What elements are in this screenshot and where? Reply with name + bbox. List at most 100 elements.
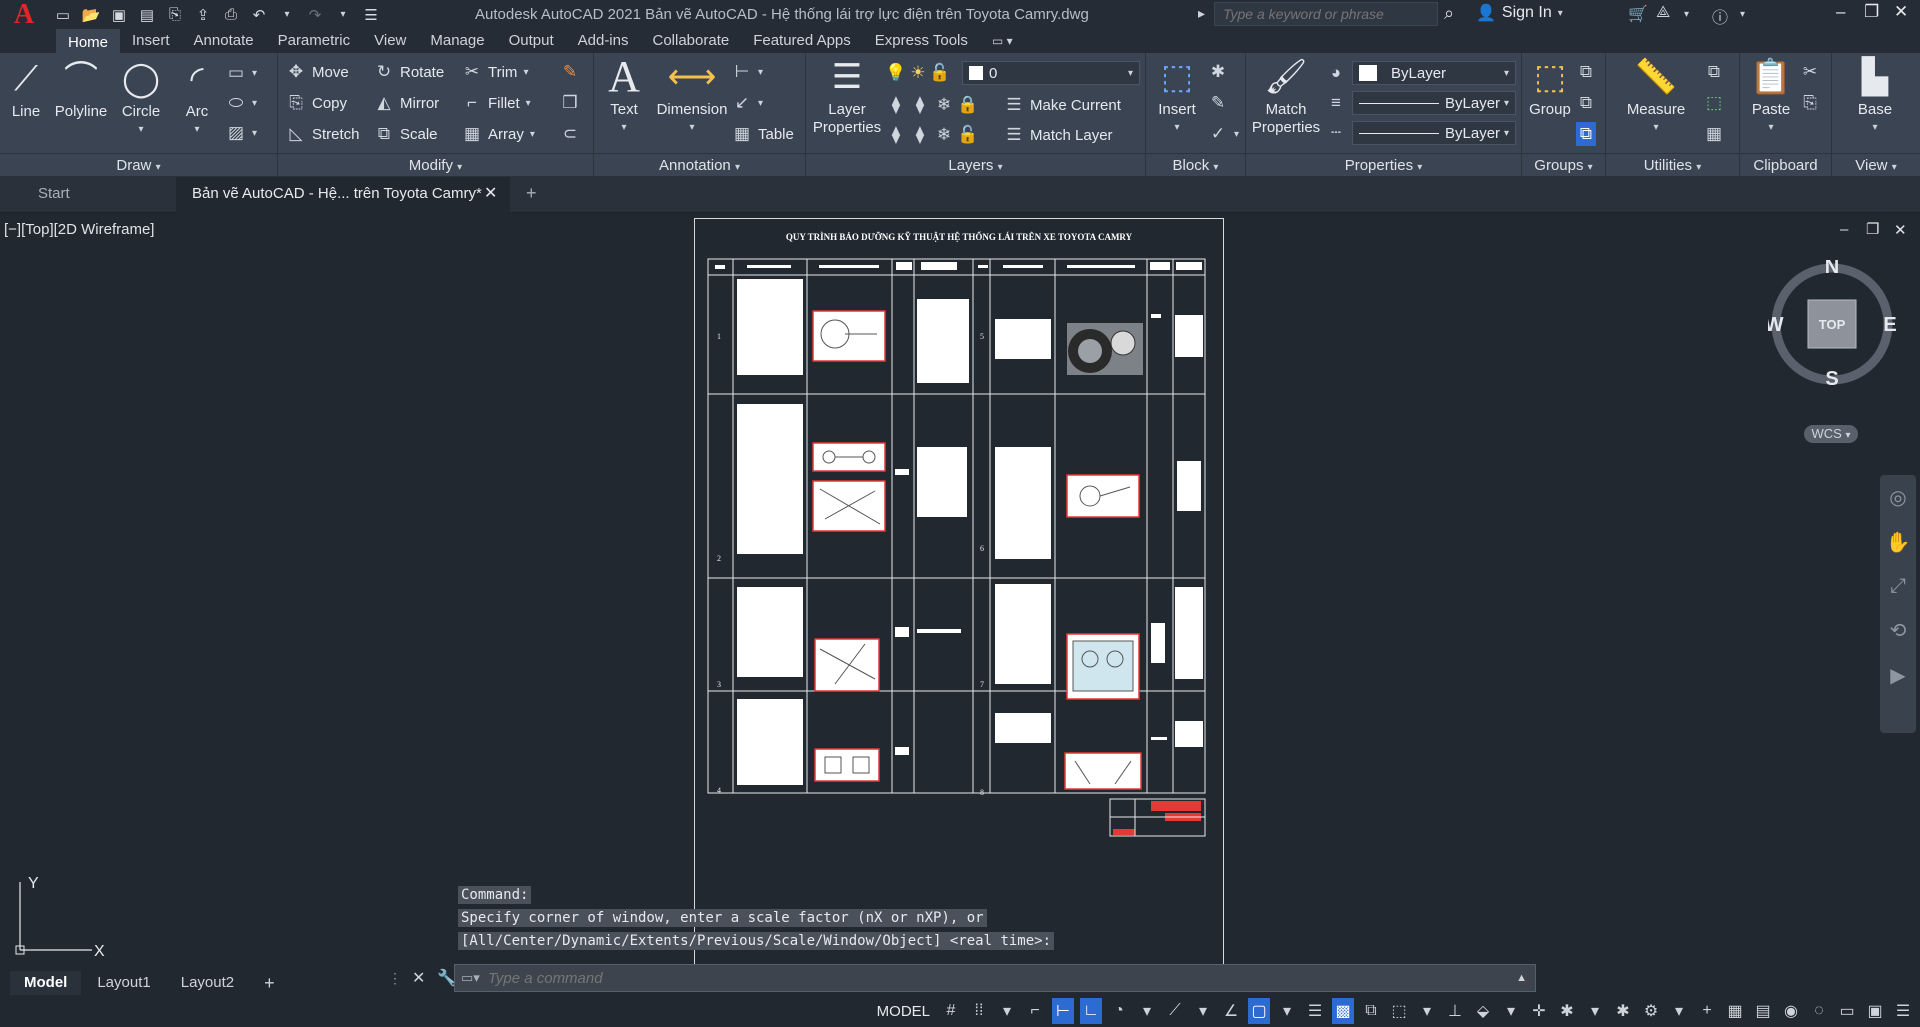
lineweight-dropdown[interactable]: ByLayer ▾	[1352, 91, 1516, 115]
compass-north[interactable]: N	[1825, 260, 1839, 278]
paste-button[interactable]: 📋 Paste ▾	[1746, 57, 1796, 137]
erase-button[interactable]: ✎	[560, 60, 580, 84]
zoom-extents-icon[interactable]: ⤢	[1890, 575, 1906, 598]
measure-button[interactable]: 📏 Measure ▾	[1614, 57, 1698, 137]
restore-icon[interactable]: ❐	[1864, 2, 1879, 22]
save-as-icon[interactable]: ▤	[136, 5, 158, 25]
cart-icon[interactable]: 🛒	[1628, 4, 1648, 24]
tab-manage[interactable]: Manage	[418, 29, 496, 53]
layer-properties-button[interactable]: ☰ Layer Properties	[810, 57, 884, 137]
rotate-button[interactable]: ↻ Rotate	[374, 60, 444, 84]
snap-icon[interactable]: ⁞⁞	[968, 998, 990, 1024]
open-icon[interactable]: 📂	[80, 5, 102, 25]
panel-annotation-title[interactable]: Annotation ▾	[594, 153, 805, 177]
tab-annotate[interactable]: Annotate	[182, 29, 266, 53]
auto-scale-icon[interactable]: ✱	[1612, 998, 1634, 1024]
create-block-button[interactable]: ✱	[1208, 60, 1228, 84]
drawing-canvas[interactable]: [−][Top][2D Wireframe] – ❐ ✕ QUY TRÌNH B…	[0, 213, 1920, 971]
tab-home[interactable]: Home	[56, 29, 121, 53]
annotation-monitor-icon[interactable]: +	[1696, 998, 1718, 1024]
redo-dropdown-icon[interactable]: ▾	[332, 5, 354, 25]
viewport-close-icon[interactable]: ✕	[1894, 221, 1907, 239]
base-view-button[interactable]: ▙ Base ▾	[1850, 57, 1900, 137]
hardware-acceleration-icon[interactable]: ▭	[1836, 998, 1858, 1024]
tab-layout2[interactable]: Layout2	[167, 971, 248, 995]
make-current-button[interactable]: ☰ Make Current	[1004, 93, 1121, 117]
customize-qat-icon[interactable]: ☰	[360, 5, 382, 25]
chevron-down-icon[interactable]: ▾	[1500, 998, 1522, 1024]
quick-properties-icon[interactable]: ▤	[1752, 998, 1774, 1024]
array-button[interactable]: ▦ Array ▾	[462, 122, 535, 146]
close-tab-icon[interactable]: ✕	[484, 183, 497, 203]
stretch-button[interactable]: ◺ Stretch	[286, 122, 359, 146]
model-space-button[interactable]: MODEL	[873, 998, 934, 1024]
hatch-button[interactable]: ▨ ▾	[226, 121, 257, 145]
ortho-icon[interactable]: ∟	[1080, 998, 1102, 1024]
copy-button[interactable]: ⎘ Copy	[286, 91, 347, 115]
panel-view-title[interactable]: View ▾	[1832, 153, 1920, 177]
minimize-icon[interactable]: –	[1836, 2, 1845, 22]
navcube[interactable]: TOP N S W E	[1768, 260, 1896, 388]
save-web-icon[interactable]: ⇪	[192, 5, 214, 25]
explode-button[interactable]: ❒	[560, 91, 580, 115]
cut-button[interactable]: ✂	[1800, 60, 1820, 84]
chevron-down-icon[interactable]: ▾	[1740, 9, 1745, 20]
tab-parametric[interactable]: Parametric	[266, 29, 363, 53]
arc-button[interactable]: ◜ Arc ▾	[174, 59, 220, 139]
layer-off-icon[interactable]: ⧫	[886, 95, 906, 115]
add-layout-icon[interactable]: +	[250, 971, 289, 995]
lock-ui-icon[interactable]: ◉	[1780, 998, 1802, 1024]
compass-east[interactable]: E	[1883, 314, 1896, 336]
linear-dim-button[interactable]: ⊢ ▾	[732, 60, 763, 84]
layer-thaw-icon[interactable]: ❄	[934, 125, 954, 145]
search-input[interactable]	[1214, 2, 1438, 26]
edit-attributes-button[interactable]: ✓ ▾	[1208, 122, 1239, 146]
chevron-down-icon[interactable]: ▾	[1136, 998, 1158, 1024]
group-button[interactable]: ⬚ Group	[1524, 57, 1576, 119]
start-tab[interactable]: Start	[38, 185, 70, 202]
color-wheel-button[interactable]: ◕	[1326, 61, 1346, 85]
customization-menu-icon[interactable]: ☰	[1892, 998, 1914, 1024]
workspace-icon[interactable]: ⚙	[1640, 998, 1662, 1024]
unlock-icon[interactable]: 🔓	[929, 63, 950, 83]
selection-filter-icon[interactable]: ⬙	[1472, 998, 1494, 1024]
gizmo-icon[interactable]: ✛	[1528, 998, 1550, 1024]
trim-button[interactable]: ✂ Trim ▾	[462, 60, 529, 84]
lineweight-toggle-icon[interactable]: ☰	[1304, 998, 1326, 1024]
close-command-line-icon[interactable]: ✕	[412, 968, 425, 988]
isolate-objects-icon[interactable]: ◌	[1808, 998, 1830, 1024]
command-input[interactable]	[479, 969, 1517, 987]
panel-modify-title[interactable]: Modify ▾	[278, 153, 593, 177]
offset-button[interactable]: ⊂	[560, 122, 580, 146]
chevron-down-icon[interactable]: ▾	[996, 998, 1018, 1024]
group-edit-button[interactable]: ⧉	[1576, 91, 1596, 115]
tab-model[interactable]: Model	[10, 971, 82, 995]
clean-screen-icon[interactable]: ▣	[1864, 998, 1886, 1024]
linetype-dropdown[interactable]: ByLayer ▾	[1352, 121, 1516, 145]
table-button[interactable]: ▦ Table	[732, 122, 794, 146]
viewport-restore-icon[interactable]: ❐	[1866, 220, 1879, 238]
tab-layout1[interactable]: Layout1	[83, 971, 164, 995]
tab-featured-apps[interactable]: Featured Apps	[741, 29, 863, 53]
3d-osnap-icon[interactable]: ⬚	[1388, 998, 1410, 1024]
viewport-controls-label[interactable]: [−][Top][2D Wireframe]	[4, 221, 154, 238]
viewport-minimize-icon[interactable]: –	[1840, 221, 1848, 238]
object-snap-icon[interactable]: ▢	[1248, 998, 1270, 1024]
move-button[interactable]: ✥ Move	[286, 60, 349, 84]
undo-icon[interactable]: ↶	[248, 5, 270, 25]
chevron-up-icon[interactable]: ▲	[1516, 972, 1527, 984]
dynamic-ucs-icon[interactable]: ⊥	[1444, 998, 1466, 1024]
panel-properties-title[interactable]: Properties ▾	[1246, 153, 1521, 177]
annotation-visibility-icon[interactable]: ✱	[1556, 998, 1578, 1024]
panel-groups-title[interactable]: Groups ▾	[1522, 153, 1605, 177]
leader-button[interactable]: ↙ ▾	[732, 91, 763, 115]
panel-layers-title[interactable]: Layers ▾	[806, 153, 1145, 177]
layer-unisolate-icon[interactable]: ⧫	[910, 125, 930, 145]
layer-on-icon[interactable]: ⧫	[886, 125, 906, 145]
panel-utilities-title[interactable]: Utilities ▾	[1606, 153, 1739, 177]
autocad-logo[interactable]: A	[0, 0, 48, 30]
chevron-down-icon[interactable]: ▾	[1276, 998, 1298, 1024]
color-dropdown[interactable]: ByLayer ▾	[1352, 61, 1516, 85]
infer-constraints-icon[interactable]: ⌐	[1024, 998, 1046, 1024]
select-all-button[interactable]: ⬚	[1704, 91, 1724, 115]
